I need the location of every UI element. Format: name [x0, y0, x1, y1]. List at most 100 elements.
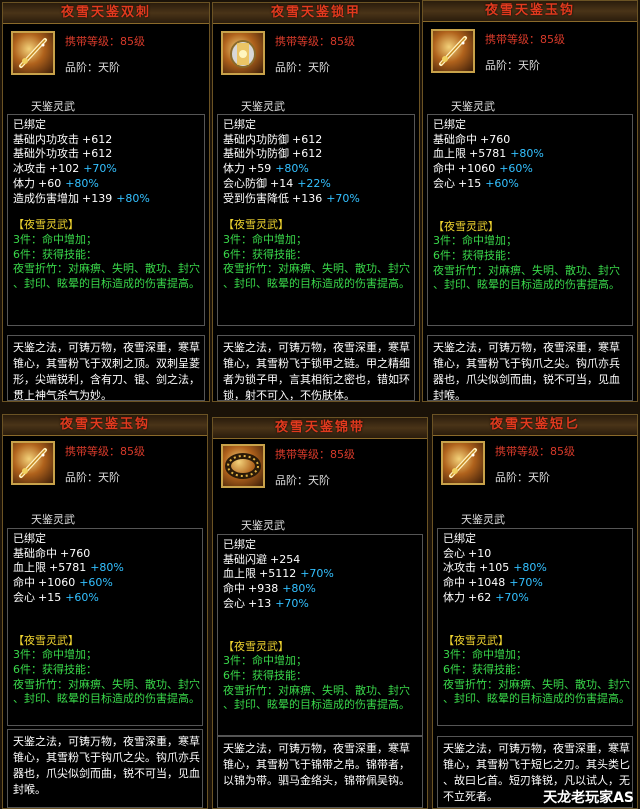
- description-line: 锥心，其雪粉飞于短匕之刃。其头类匕: [443, 758, 630, 771]
- stat-bonus: +60%: [79, 576, 113, 590]
- stat-value: +10: [468, 546, 492, 560]
- stat-value: +102: [49, 162, 80, 176]
- stat-bonus: +80%: [282, 582, 316, 596]
- stat-value: +612: [82, 147, 113, 161]
- stat-bonus: +80%: [510, 147, 544, 161]
- required-level: 携带等级：85级: [65, 35, 145, 48]
- item-name: 夜雪天鉴玉钩: [423, 1, 637, 22]
- stat-bonus: +70%: [495, 590, 529, 604]
- chain-armor-icon: [221, 31, 265, 75]
- item-name: 夜雪天鉴双刺: [3, 3, 209, 24]
- item-description: 天鉴之法，可铸万物，夜雪深重，寒草 锥心，其雪粉飞于锦带之帛。锦带者， 以锦为带。驷…: [217, 736, 423, 808]
- set-bonus-3: 3件：命中增加；: [13, 232, 97, 246]
- required-level: 携带等级：85级: [65, 445, 145, 458]
- stat-bonus: +70%: [83, 162, 117, 176]
- stat-name: 冰攻击: [443, 561, 476, 575]
- stat-name: 基础内功防御: [223, 132, 289, 146]
- description-line: 天鉴之法，可铸万物，夜雪深重，寒草: [223, 742, 410, 755]
- stat-bonus: +22%: [297, 176, 331, 190]
- section-label: 天鉴灵武: [31, 513, 75, 526]
- stat-bonus: +80%: [275, 162, 309, 176]
- set-skill-line: 、封印、眩晕的目标造成的伤害提高。: [443, 692, 630, 706]
- stat-row: 会心 +15 +60%: [13, 591, 197, 606]
- description-line: 天鉴之法，可铸万物，夜雪深重，寒草: [433, 341, 620, 354]
- stat-bonus: +70%: [326, 191, 360, 205]
- stat-bonus: +80%: [90, 561, 124, 575]
- stat-value: +760: [60, 546, 91, 560]
- set-name: 【夜雪灵武】: [13, 633, 79, 647]
- item-grade: 品阶：天阶: [495, 471, 550, 484]
- stat-value: +139: [82, 191, 113, 205]
- required-level: 携带等级：85级: [495, 445, 575, 458]
- stat-row: 基础内功攻击 +612: [13, 133, 199, 148]
- section-label: 天鉴灵武: [461, 513, 505, 526]
- item-attributes: 已绑定 基础命中 +760 血上限 +5781 +80% 命中 +1060 +60% 会心 +15 +…: [7, 528, 203, 726]
- set-name: 【夜雪灵武】: [13, 218, 79, 232]
- stat-value: +5781: [469, 147, 507, 161]
- description-line: 锁，射不可入，不伤肤体。: [223, 389, 355, 401]
- item-tooltip-card: 夜雪天鉴锁甲 携带等级：85级 品阶：天阶 天鉴灵武 已绑定 基础内功防御 +612 基础外功…: [212, 2, 420, 402]
- stat-bonus: +80%: [116, 191, 150, 205]
- stat-name: 会心: [223, 596, 245, 610]
- stat-row: 基础命中 +760: [13, 547, 197, 562]
- item-description: 天鉴之法，可铸万物，夜雪深重，寒草 锥心，其雪粉飞于锁甲之链。甲之精细 者为锁子甲，…: [217, 335, 415, 401]
- stat-name: 体力: [13, 176, 35, 190]
- stat-value: +5112: [259, 567, 297, 581]
- required-level: 携带等级：85级: [275, 448, 355, 461]
- stat-row: 血上限 +5781 +80%: [433, 147, 627, 162]
- item-name: 夜雪天鉴短匕: [433, 415, 637, 436]
- stat-value: +1060: [38, 576, 76, 590]
- bound-status: 已绑定: [223, 118, 256, 131]
- bound-status: 已绑定: [223, 538, 256, 551]
- stat-name: 命中: [433, 162, 455, 176]
- set-bonus-3: 3件：命中增加；: [223, 232, 307, 246]
- item-tooltip-card: 夜雪天鉴锦带 携带等级：85级 品阶：天阶 天鉴灵武 已绑定 基础闪避 +254 血上限 +51…: [212, 417, 428, 809]
- bound-status: 已绑定: [443, 532, 476, 545]
- set-bonus-6: 6件：获得技能：: [443, 662, 527, 676]
- stat-value: +62: [468, 590, 492, 604]
- item-attributes: 已绑定 基础内功攻击 +612 基础外功攻击 +612 冰攻击 +102 +70% 体力 +60 +…: [7, 114, 205, 326]
- stat-row: 基础命中 +760: [433, 133, 627, 148]
- description-line: 贯上神气杀气为妙。: [13, 389, 112, 401]
- stat-name: 会心: [433, 176, 455, 190]
- description-line: 天鉴之法，可铸万物，夜雪深重，寒草: [13, 735, 200, 748]
- set-bonus-6: 6件：获得技能：: [223, 668, 307, 682]
- stat-row: 会心防御 +14 +22%: [223, 177, 409, 192]
- stat-row: 会心 +13 +70%: [223, 597, 417, 612]
- section-label: 天鉴灵武: [451, 100, 495, 113]
- stat-row: 命中 +1048 +70%: [443, 576, 627, 591]
- set-skill-line: 夜雪折竹：对麻痹、失明、散功、封穴: [433, 263, 620, 277]
- item-name: 夜雪天鉴玉钩: [3, 415, 207, 436]
- set-bonus-3: 3件：命中增加；: [443, 648, 527, 662]
- item-name: 夜雪天鉴锁甲: [213, 3, 419, 24]
- description-line: 天鉴之法，可铸万物，夜雪深重，寒草: [223, 341, 410, 354]
- stat-row: 体力 +59 +80%: [223, 162, 409, 177]
- stat-value: +612: [292, 132, 323, 146]
- stat-row: 命中 +938 +80%: [223, 582, 417, 597]
- stat-name: 血上限: [223, 567, 256, 581]
- description-line: 形，尖端锐利，含有刀、锟、剑之法，: [13, 373, 200, 386]
- item-grade: 品阶：天阶: [485, 59, 540, 72]
- stat-bonus: +60%: [485, 176, 519, 190]
- description-line: 天鉴之法，可铸万物，夜雪深重，寒草: [13, 341, 200, 354]
- stat-value: +136: [292, 191, 323, 205]
- brocade-belt-icon: [221, 444, 265, 488]
- stat-name: 会心: [13, 590, 35, 604]
- stat-row: 造成伤害增加 +139 +80%: [13, 192, 199, 207]
- stat-value: +612: [292, 147, 323, 161]
- item-grade: 品阶：天阶: [275, 61, 330, 74]
- description-line: 封喉。: [13, 783, 46, 796]
- stat-name: 基础命中: [13, 546, 57, 560]
- stat-row: 会心 +15 +60%: [433, 177, 627, 192]
- item-attributes: 已绑定 基础内功防御 +612 基础外功防御 +612 体力 +59 +80% 会心防御 +14 +…: [217, 114, 415, 326]
- section-label: 天鉴灵武: [241, 519, 285, 532]
- stat-name: 命中: [223, 582, 245, 596]
- stat-bonus: +70%: [509, 576, 543, 590]
- item-name: 夜雪天鉴锦带: [213, 418, 427, 439]
- stat-value: +5781: [49, 561, 87, 575]
- stat-row: 基础内功防御 +612: [223, 133, 409, 148]
- stat-name: 基础外功防御: [223, 147, 289, 161]
- description-line: 器也，爪尖似剑而曲，锐不可当，见血: [433, 373, 620, 386]
- required-level: 携带等级：85级: [485, 33, 565, 46]
- stat-row: 体力 +62 +70%: [443, 591, 627, 606]
